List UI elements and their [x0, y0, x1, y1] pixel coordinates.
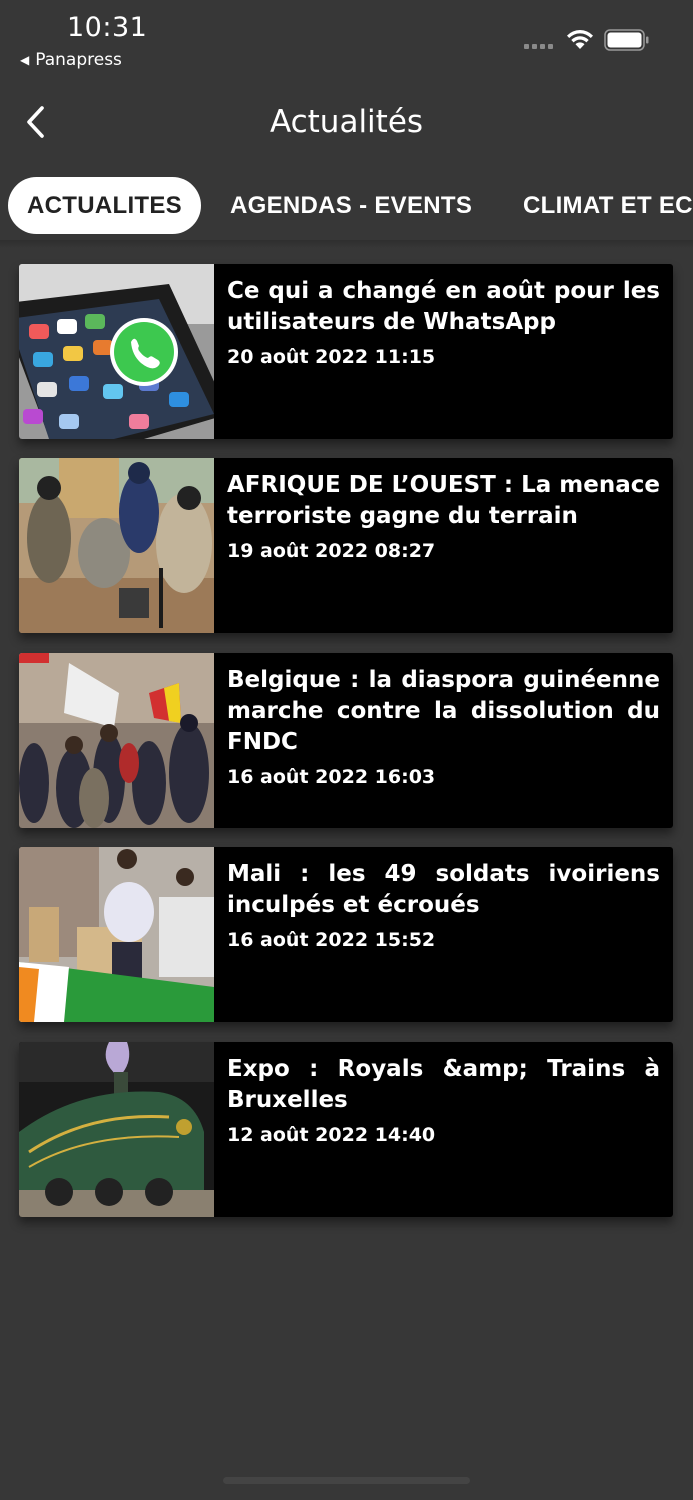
article-title: AFRIQUE DE L’OUEST : La menace terrorist…: [227, 472, 660, 529]
battery-icon: [604, 29, 649, 51]
tab-agendas-events[interactable]: AGENDAS - EVENTS: [211, 177, 491, 234]
wifi-icon: [567, 30, 593, 49]
status-bar: 10:31 ◀ Panapress: [0, 0, 693, 80]
article-card[interactable]: Belgique : la diaspora guinéenne marche …: [19, 653, 673, 828]
phone-whatsapp-image: [19, 264, 214, 439]
tab-actualites[interactable]: ACTUALITES: [8, 177, 201, 234]
armed-men-image: [19, 458, 214, 633]
home-indicator[interactable]: [223, 1477, 470, 1484]
back-app-label: Panapress: [35, 50, 122, 70]
steam-train-image: [19, 1042, 214, 1217]
protest-signs-image: [19, 847, 214, 1022]
article-card[interactable]: Ce qui a changé en août pour les utilisa…: [19, 264, 673, 439]
article-title: Ce qui a changé en août pour les utilisa…: [227, 278, 660, 335]
cellular-signal-icon: [524, 44, 553, 49]
article-date: 16 août 2022 16:03: [227, 766, 436, 788]
article-card[interactable]: AFRIQUE DE L’OUEST : La menace terrorist…: [19, 458, 673, 633]
article-title: Belgique : la diaspora guinéenne marche …: [227, 667, 660, 755]
article-date: 16 août 2022 15:52: [227, 929, 436, 951]
tabs-divider: [0, 240, 693, 248]
navigation-bar: Actualités: [0, 90, 693, 154]
status-time: 10:31: [67, 12, 148, 43]
back-to-app-link[interactable]: ◀ Panapress: [20, 50, 122, 70]
page-title: Actualités: [269, 104, 424, 140]
category-tabs: ACTUALITES AGENDAS - EVENTS CLIMAT ET EC…: [0, 177, 693, 235]
article-title: Expo : Royals &amp; Trains à Bruxelles: [227, 1056, 660, 1113]
article-date: 19 août 2022 08:27: [227, 540, 436, 562]
article-title: Mali : les 49 soldats ivoiriens inculpés…: [227, 861, 660, 918]
protest-march-image: [19, 653, 214, 828]
article-date: 12 août 2022 14:40: [227, 1124, 436, 1146]
triangle-left-icon: ◀: [20, 53, 30, 67]
article-card[interactable]: Expo : Royals &amp; Trains à Bruxelles 1…: [19, 1042, 673, 1217]
article-date: 20 août 2022 11:15: [227, 346, 436, 368]
tab-climat-et-eco[interactable]: CLIMAT ET ECO: [504, 177, 693, 234]
article-card[interactable]: Mali : les 49 soldats ivoiriens inculpés…: [19, 847, 673, 1022]
